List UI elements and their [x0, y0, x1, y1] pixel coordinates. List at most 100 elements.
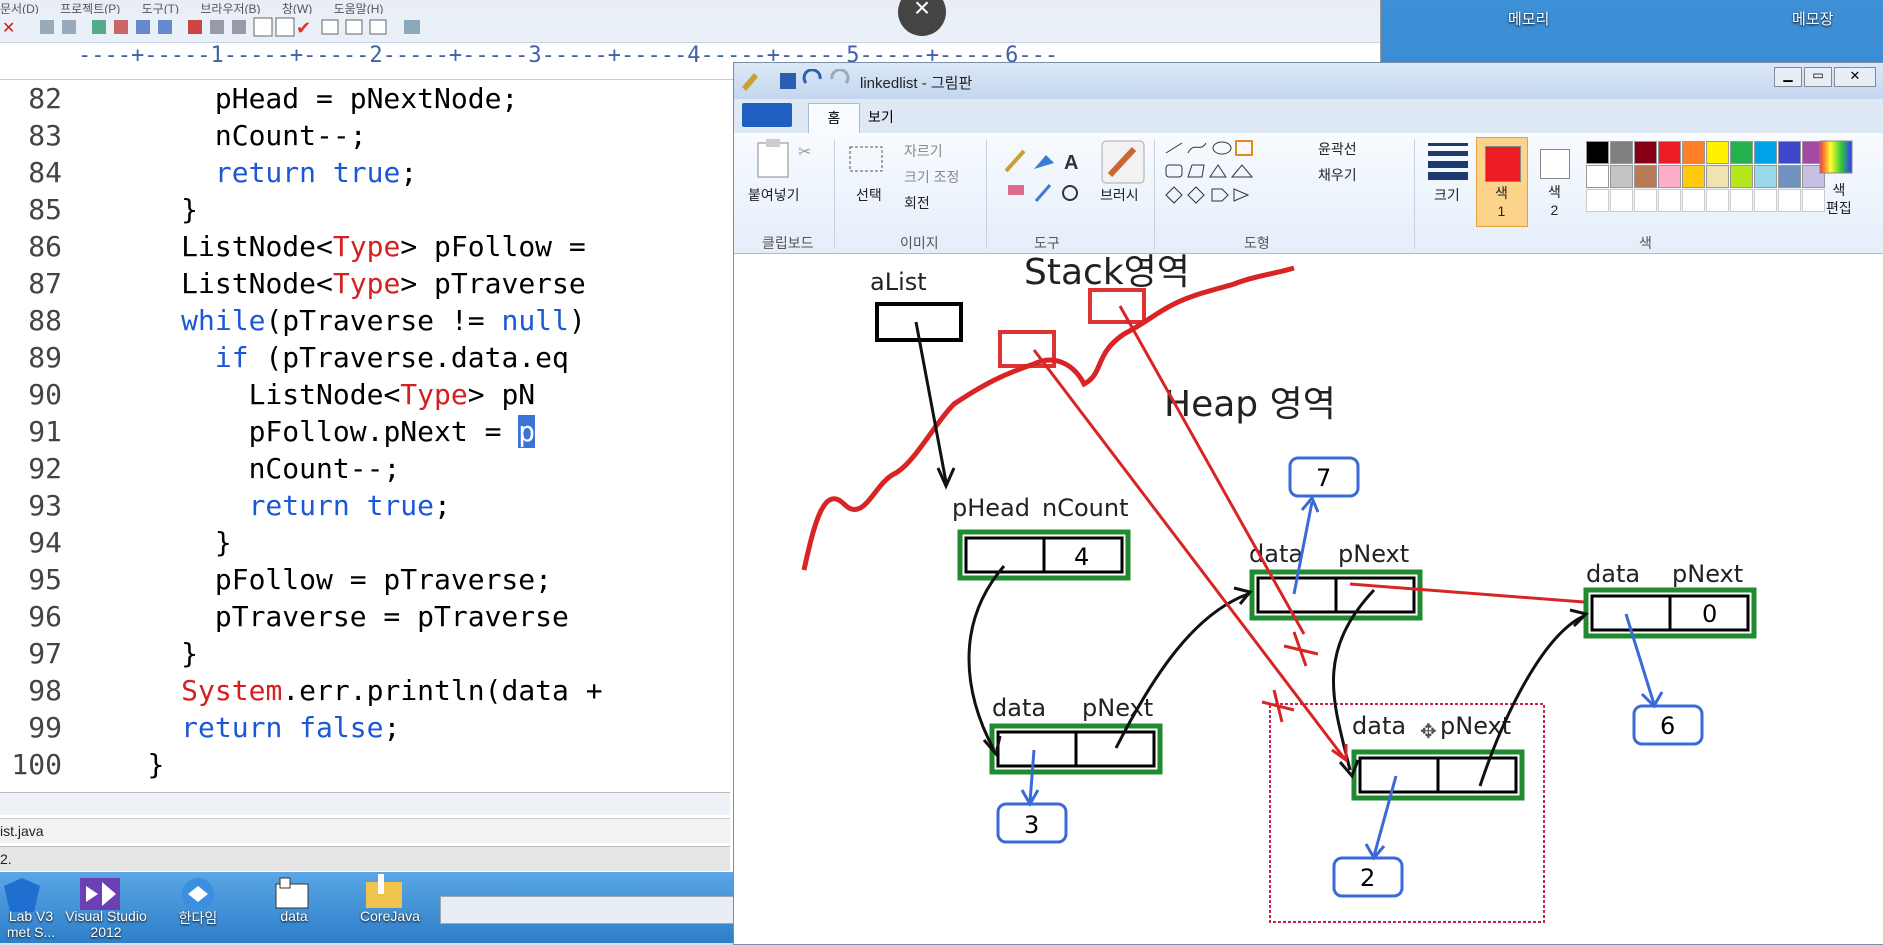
group-clipboard: 클립보드	[762, 235, 814, 251]
brush-icon[interactable]	[1100, 139, 1146, 185]
desktop-taskbar-area: Lab V3 met S... Visual Studio 2012 한다임 d…	[0, 872, 735, 943]
tab-view[interactable]: 보기	[868, 107, 894, 127]
paint-menu-button[interactable]	[742, 103, 792, 127]
palette-swatch[interactable]	[1706, 141, 1729, 164]
menu-project[interactable]: 프로젝트(P)	[60, 2, 120, 14]
custom-color-slot[interactable]	[1682, 189, 1705, 212]
paint-canvas[interactable]: Stack영역 Heap 영역 aList pHead nCount 4 dat…	[734, 254, 1883, 944]
code-line[interactable]: 97 }	[0, 635, 740, 672]
palette-swatch[interactable]	[1778, 141, 1801, 164]
custom-color-slot[interactable]	[1706, 189, 1729, 212]
code-line[interactable]: 89 if (pTraverse.data.eq	[0, 339, 740, 376]
palette-swatch[interactable]	[1706, 165, 1729, 188]
resize-label[interactable]: 크기 조정	[904, 167, 959, 187]
palette-swatch[interactable]	[1610, 165, 1633, 188]
file-tab[interactable]: ist.java	[0, 823, 44, 839]
palette-swatch[interactable]	[1634, 165, 1657, 188]
window-close-button[interactable]: ✕	[1834, 67, 1876, 87]
fill-label[interactable]: 채우기	[1318, 165, 1357, 185]
code-line[interactable]: 93 return true;	[0, 487, 740, 524]
rotate-label[interactable]: 회전	[904, 193, 930, 213]
desktop-icon-memory[interactable]: 메모리	[1508, 8, 1549, 29]
menu-browser[interactable]: 브라우저(B)	[200, 2, 260, 14]
code-line[interactable]: 100 }	[0, 746, 740, 783]
custom-color-slot[interactable]	[1778, 189, 1801, 212]
custom-color-slot[interactable]	[1634, 189, 1657, 212]
pencil-icon	[1004, 149, 1026, 173]
code-line[interactable]: 84 return true;	[0, 154, 740, 191]
palette-swatch[interactable]	[1778, 165, 1801, 188]
brush-label[interactable]: 브러시	[1100, 185, 1139, 205]
code-area[interactable]: 82 pHead = pNextNode; 83 nCount--; 84 retu…	[0, 80, 740, 792]
code-token: nCount--;	[214, 119, 367, 152]
minimize-button[interactable]: ▁	[1774, 67, 1802, 87]
maximize-button[interactable]: ▭	[1804, 67, 1832, 87]
code-line[interactable]: 91 pFollow.pNext = p	[0, 413, 740, 450]
code-line[interactable]: 87 ListNode<Type> pTraverse	[0, 265, 740, 302]
code-line[interactable]: 92 nCount--;	[0, 450, 740, 487]
paste-label[interactable]: 붙여넣기	[748, 185, 800, 205]
shapes-gallery[interactable]	[1162, 139, 1292, 209]
size-icon[interactable]	[1426, 141, 1470, 181]
code-token: ;	[400, 156, 418, 189]
palette-swatch[interactable]	[1682, 165, 1705, 188]
code-line[interactable]: 96 pTraverse = pTraverse	[0, 598, 740, 635]
select-icon[interactable]	[846, 143, 886, 173]
size-label[interactable]: 크기	[1434, 185, 1460, 205]
bookmark-icon	[158, 20, 172, 34]
horizontal-scrollbar[interactable]	[0, 792, 730, 815]
code-line[interactable]: 95 pFollow = pTraverse;	[0, 561, 740, 598]
palette-swatch[interactable]	[1730, 141, 1753, 164]
menu-help[interactable]: 도움말(H)	[334, 2, 384, 14]
palette-swatch[interactable]	[1658, 141, 1681, 164]
corejava-folder-icon[interactable]	[362, 872, 406, 912]
code-line[interactable]: 94 }	[0, 524, 740, 561]
code-line[interactable]: 88 while(pTraverse != null)	[0, 302, 740, 339]
palette-swatch[interactable]	[1610, 141, 1633, 164]
edit-colors-label[interactable]: 색 편집	[1826, 181, 1852, 217]
desktop-icon-notepad[interactable]: 메모장	[1792, 8, 1833, 29]
paste-icon[interactable]: ✂	[750, 139, 820, 179]
palette-swatch[interactable]	[1658, 165, 1681, 188]
code-line[interactable]: 90 ListNode<Type> pN	[0, 376, 740, 413]
menu-window[interactable]: 창(W)	[282, 2, 312, 14]
code-line[interactable]: 85 }	[0, 191, 740, 228]
palette-swatch[interactable]	[1730, 165, 1753, 188]
palette-swatch[interactable]	[1634, 141, 1657, 164]
ribbon-home: ✂ 붙여넣기 클립보드 선택 자르기 크기 조정 회전 이미지 A 브러시 도구	[734, 133, 1883, 254]
run-icon	[404, 20, 420, 34]
code-token: return	[181, 711, 283, 744]
custom-color-slot[interactable]	[1754, 189, 1777, 212]
color1-selector[interactable]: 색 1	[1476, 137, 1528, 227]
code-line[interactable]: 99 return false;	[0, 709, 740, 746]
custom-color-slot[interactable]	[1610, 189, 1633, 212]
address-bar-fragment[interactable]	[440, 896, 735, 924]
outline-label[interactable]: 윤곽선	[1318, 139, 1357, 159]
menu-tools[interactable]: 도구(T)	[142, 2, 179, 14]
custom-color-slot[interactable]	[1730, 189, 1753, 212]
palette-swatch[interactable]	[1682, 141, 1705, 164]
code-line[interactable]: 86 ListNode<Type> pFollow =	[0, 228, 740, 265]
taskbar-label-data: data	[280, 908, 308, 924]
crop-label[interactable]: 자르기	[904, 141, 943, 161]
palette-swatch[interactable]	[1754, 165, 1777, 188]
menu-document[interactable]: 문서(D)	[0, 2, 39, 14]
code-line[interactable]: 82 pHead = pNextNode;	[0, 80, 740, 117]
code-line[interactable]: 98 System.err.println(data +	[0, 672, 740, 709]
palette-swatch[interactable]	[1754, 141, 1777, 164]
color2-selector[interactable]: 색 2	[1530, 137, 1580, 225]
code-line[interactable]: 83 nCount--;	[0, 117, 740, 154]
select-label[interactable]: 선택	[856, 185, 882, 205]
line-number: 89	[28, 341, 62, 374]
tab-home[interactable]: 홈	[808, 103, 860, 134]
custom-color-slot[interactable]	[1802, 189, 1825, 212]
custom-color-slot[interactable]	[1586, 189, 1609, 212]
quick-access-toolbar[interactable]	[738, 69, 858, 93]
edit-colors-icon[interactable]	[1816, 137, 1856, 177]
tools-icons[interactable]: A	[1002, 141, 1102, 211]
palette-swatch[interactable]	[1586, 141, 1609, 164]
alist-label: aList	[870, 268, 927, 296]
custom-color-slot[interactable]	[1658, 189, 1681, 212]
toolbar-icons[interactable]: ✕ ✔	[0, 14, 440, 42]
palette-swatch[interactable]	[1586, 165, 1609, 188]
